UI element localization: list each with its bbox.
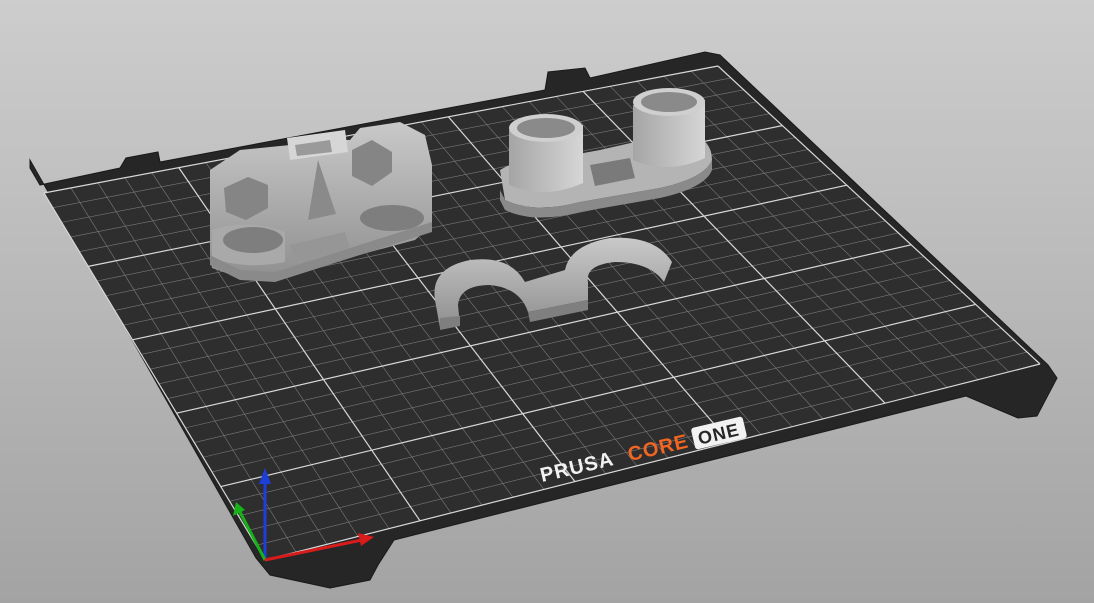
3d-scene[interactable]: PRUSA CORE ONE [0, 0, 1094, 603]
3d-viewport[interactable]: PRUSA CORE ONE [0, 0, 1094, 603]
